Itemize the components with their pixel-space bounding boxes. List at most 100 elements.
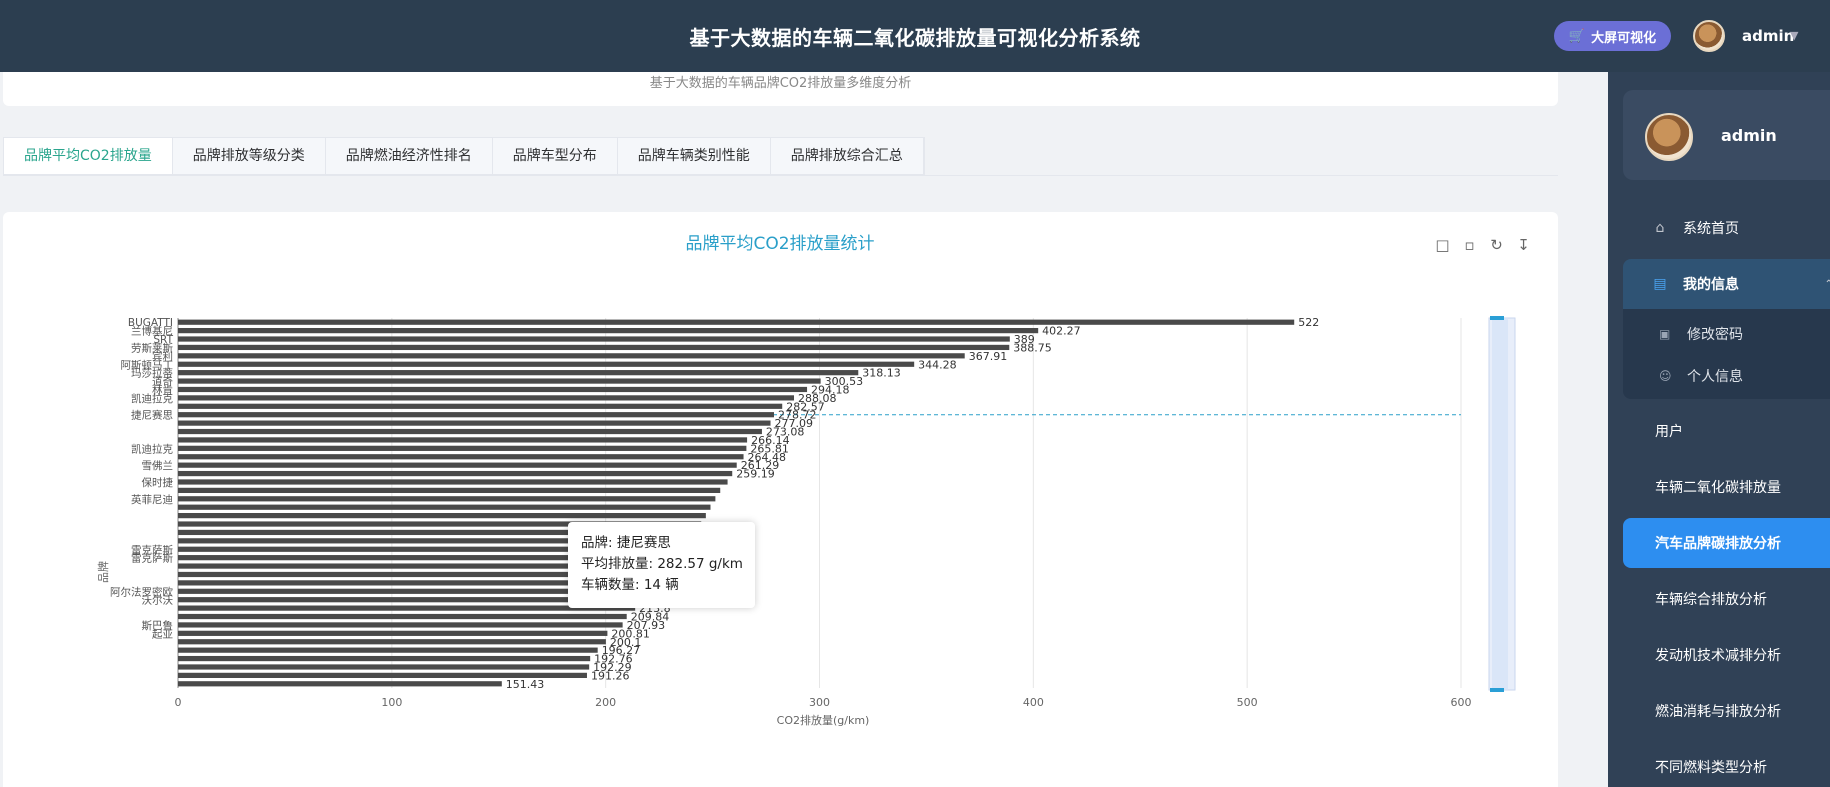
bar-value-label: 151.43 — [506, 678, 545, 691]
sidebar-item-label: 系统首页 — [1683, 221, 1739, 237]
x-tick-label: 400 — [1023, 696, 1044, 709]
bar-value-label: 318.13 — [862, 367, 901, 380]
bar — [178, 605, 636, 611]
sidebar-item-engine-tech[interactable]: 发动机技术减排分析 — [1623, 630, 1830, 680]
sidebar-username: admin — [1721, 126, 1777, 145]
bar — [178, 513, 706, 519]
sidebar-item-label: 用户 — [1655, 424, 1683, 440]
bar — [178, 664, 590, 670]
chevron-up-icon: ⌃ — [1824, 278, 1830, 290]
chart-tooltip: 品牌: 捷尼赛思 平均排放量: 282.57 g/km 车辆数量: 14 辆 — [568, 522, 755, 608]
bar — [178, 487, 721, 493]
y-tick-label: 雷克萨斯 — [131, 552, 173, 565]
y-tick-label: 起亚 — [152, 628, 173, 640]
subtitle-card: 基于大数据的车辆品牌CO2排放量多维度分析 — [3, 72, 1558, 106]
bar-value-label: 259.19 — [736, 468, 775, 481]
tab-emission-class[interactable]: 品牌排放等级分类 — [173, 138, 326, 174]
bar — [178, 395, 795, 401]
tab-category-performance[interactable]: 品牌车辆类别性能 — [618, 138, 771, 174]
sidebar-item-label: 我的信息 — [1683, 277, 1739, 293]
sidebar-item-label: 发动机技术减排分析 — [1655, 648, 1781, 664]
bar — [178, 336, 1010, 342]
sidebar-user-card: admin — [1623, 90, 1830, 180]
sidebar-item-label: 个人信息 — [1687, 369, 1743, 385]
bar — [178, 328, 1039, 334]
bar — [178, 462, 737, 468]
x-tick-label: 600 — [1451, 696, 1472, 709]
chart-card: 品牌平均CO2排放量统计 CO2排放量(g/km) 品牌 522 402.27 38… — [3, 212, 1558, 787]
sidebar-item-users[interactable]: 用户 — [1623, 406, 1830, 456]
x-tick-label: 100 — [381, 696, 402, 709]
avatar[interactable] — [1693, 20, 1725, 52]
zoom-handle-top[interactable] — [1490, 316, 1504, 320]
sidebar-item-label: 燃油消耗与排放分析 — [1655, 704, 1781, 720]
bar — [178, 344, 1010, 351]
bar — [178, 370, 859, 376]
tab-divider — [3, 175, 1558, 176]
refresh-icon[interactable]: ↻ — [1487, 236, 1506, 255]
sidebar-submenu: ▣ 修改密码 ☺ 个人信息 — [1623, 309, 1830, 399]
lock-icon: ▣ — [1659, 327, 1671, 341]
y-tick-label: 凯迪拉克 — [131, 392, 173, 405]
bar — [178, 639, 606, 645]
bar — [178, 470, 733, 477]
tab-model-distribution[interactable]: 品牌车型分布 — [493, 138, 618, 174]
y-tick-label: 沃尔沃 — [142, 594, 174, 607]
chevron-down-icon[interactable]: ▼ — [1790, 29, 1798, 42]
tooltip-avg-emission: 平均排放量: 282.57 g/km — [581, 556, 743, 572]
bar — [178, 630, 608, 636]
tab-summary[interactable]: 品牌排放综合汇总 — [771, 138, 924, 174]
sidebar-item-profile[interactable]: ☺ 个人信息 — [1623, 356, 1830, 396]
cart-icon: 🛒 — [1568, 28, 1586, 44]
bar-value-label: 344.28 — [918, 358, 957, 371]
download-icon[interactable]: ↧ — [1514, 236, 1533, 255]
sidebar-item-vehicle-comprehensive[interactable]: 车辆综合排放分析 — [1623, 574, 1830, 624]
zoom-icon[interactable]: □ — [1433, 236, 1452, 255]
bar — [178, 386, 808, 393]
bar — [178, 681, 502, 687]
data-zoom-slider[interactable] — [1488, 316, 1516, 692]
x-tick-label: 200 — [595, 696, 616, 709]
sidebar-item-fuel-types[interactable]: 不同燃料类型分析 — [1623, 742, 1830, 787]
sidebar-item-fuel-consumption[interactable]: 燃油消耗与排放分析 — [1623, 686, 1830, 736]
bigscreen-button[interactable]: 🛒 大屏可视化 — [1554, 21, 1671, 51]
y-tick-label: 雪佛兰 — [142, 459, 174, 472]
bar — [178, 361, 915, 367]
sidebar-item-label: 车辆综合排放分析 — [1655, 592, 1767, 608]
bar — [178, 454, 744, 460]
sidebar-avatar — [1645, 113, 1693, 161]
bar-value-label: 191.26 — [591, 669, 630, 682]
bar — [178, 504, 711, 510]
sidebar-item-vehicle-co2[interactable]: 车辆二氧化碳排放量 — [1623, 462, 1830, 512]
sidebar-item-label: 修改密码 — [1687, 327, 1743, 343]
bar — [178, 647, 598, 653]
chart-toolbox: □ ▫ ↻ ↧ — [1433, 236, 1533, 255]
sidebar-item-brand-emission[interactable]: 汽车品牌碳排放分析 — [1623, 518, 1830, 568]
top-header: 基于大数据的车辆二氧化碳排放量可视化分析系统 🛒 大屏可视化 admin ▼ — [0, 0, 1830, 72]
bar — [178, 353, 965, 359]
bar — [178, 655, 591, 662]
card-icon: ▤ — [1653, 276, 1667, 292]
bar — [178, 420, 771, 426]
y-axis-label: 品牌 — [96, 561, 110, 583]
y-tick-label: 英菲尼迪 — [131, 493, 173, 506]
tab-brand-avg-co2[interactable]: 品牌平均CO2排放量 — [4, 138, 173, 174]
y-tick-label: 捷尼赛思 — [131, 409, 173, 422]
home-icon: ⌂ — [1655, 220, 1665, 236]
sidebar-item-my-info[interactable]: ▤ 我的信息 ⌃ — [1623, 259, 1830, 309]
sidebar-item-change-password[interactable]: ▣ 修改密码 — [1623, 314, 1830, 354]
x-tick-label: 0 — [175, 696, 182, 709]
bar — [178, 403, 783, 409]
bar — [178, 378, 821, 384]
bigscreen-label: 大屏可视化 — [1591, 30, 1657, 46]
zoom-handle-bottom[interactable] — [1490, 688, 1504, 692]
sidebar-item-label: 车辆二氧化碳排放量 — [1655, 480, 1781, 496]
sidebar-item-label: 汽车品牌碳排放分析 — [1655, 536, 1781, 552]
sidebar-item-home[interactable]: ⌂ 系统首页 — [1623, 203, 1830, 253]
header-username[interactable]: admin — [1742, 27, 1794, 45]
zoom-reset-icon[interactable]: ▫ — [1460, 236, 1479, 255]
bar — [178, 622, 623, 628]
x-tick-label: 500 — [1237, 696, 1258, 709]
sidebar-item-label: 不同燃料类型分析 — [1655, 760, 1767, 776]
tab-fuel-economy[interactable]: 品牌燃油经济性排名 — [326, 138, 493, 174]
